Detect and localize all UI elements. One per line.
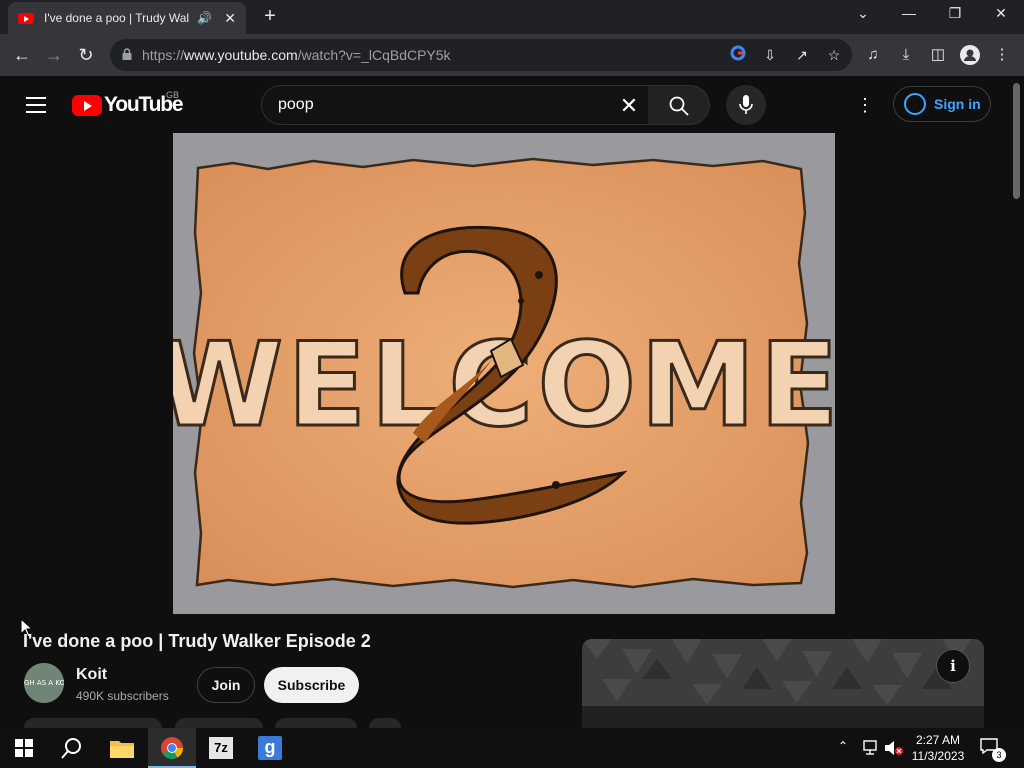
show-hidden-icons-icon[interactable]: ⌃ — [838, 739, 848, 753]
network-icon[interactable] — [862, 740, 880, 756]
youtube-play-icon — [72, 94, 102, 116]
thumbnail-welcome-text: WELCOME — [173, 318, 835, 453]
subscribe-button[interactable]: Subscribe — [264, 667, 359, 703]
back-button[interactable]: ← — [10, 43, 34, 67]
more-actions-button[interactable] — [369, 718, 401, 728]
media-control-icon[interactable]: ♫ — [861, 43, 885, 67]
account-icon — [904, 93, 926, 115]
youtube-logo[interactable]: YouTube GB — [72, 90, 184, 116]
clock-date: 11/3/2023 — [911, 749, 965, 763]
browser-menu-icon[interactable]: ⋮ — [990, 43, 1014, 67]
taskbar-search-button[interactable] — [48, 728, 96, 768]
search-button[interactable] — [648, 85, 710, 125]
microphone-icon — [739, 95, 753, 114]
file-explorer-button[interactable] — [98, 728, 146, 768]
share-button[interactable] — [175, 718, 263, 728]
browser-tab-strip: I've done a poo | Trudy Walker Episode 2… — [0, 0, 1024, 34]
ad-card[interactable] — [582, 639, 984, 729]
install-app-icon[interactable]: ⇩ — [760, 45, 780, 65]
settings-menu-icon[interactable]: ⋮ — [855, 93, 875, 117]
search-query-text[interactable]: poop — [278, 96, 314, 114]
ad-info-icon[interactable]: i — [936, 649, 970, 683]
voice-search-button[interactable] — [726, 85, 766, 125]
speaker-icon[interactable]: 🔊 — [197, 11, 212, 25]
chrome-taskbar-button[interactable] — [148, 728, 196, 768]
address-bar[interactable]: https://www.youtube.com/watch?v=_lCqBdCP… — [110, 39, 852, 71]
sign-in-label: Sign in — [934, 96, 981, 112]
tab-close-icon[interactable]: ✕ — [224, 10, 236, 27]
browser-toolbar: ← → ↻ https://www.youtube.com/watch?v=_l… — [0, 34, 1024, 76]
volume-muted-icon[interactable] — [884, 740, 904, 756]
restore-button[interactable]: ❐ — [940, 5, 970, 22]
subscriber-count: 490K subscribers — [76, 689, 169, 703]
country-code: GB — [166, 90, 180, 100]
start-button[interactable] — [0, 728, 48, 768]
clock-time: 2:27 AM — [915, 733, 961, 747]
side-panel-icon[interactable]: ◫ — [926, 43, 950, 67]
gamemaker-icon: g — [258, 736, 282, 760]
like-dislike-button[interactable] — [24, 718, 162, 728]
video-title: I've done a poo | Trudy Walker Episode 2 — [23, 631, 371, 651]
search-icon — [669, 96, 689, 116]
profile-icon[interactable] — [958, 43, 982, 67]
bookmark-star-icon[interactable]: ☆ — [824, 45, 844, 65]
tab-title: I've done a poo | Trudy Walker Episode 2 — [44, 11, 190, 25]
lock-icon[interactable] — [122, 48, 132, 60]
chrome-icon — [161, 737, 183, 759]
reload-button[interactable]: ↻ — [74, 43, 98, 67]
youtube-favicon-icon — [18, 12, 34, 24]
windows-taskbar: 7z g ⌃ 2:27 AM 11/3/2023 3 — [0, 728, 1024, 768]
join-button[interactable]: Join — [197, 667, 255, 703]
forward-button[interactable]: → — [42, 43, 66, 67]
minimize-button[interactable]: — — [894, 5, 924, 21]
guide-menu-icon[interactable] — [26, 97, 46, 113]
channel-name[interactable]: Koit — [76, 666, 107, 684]
channel-avatar[interactable]: HIGH AS A KOIT — [24, 663, 64, 703]
system-clock[interactable]: 2:27 AM 11/3/2023 — [906, 732, 970, 764]
close-window-button[interactable]: ✕ — [986, 5, 1016, 22]
download-button[interactable] — [275, 718, 357, 728]
google-lens-icon[interactable] — [728, 45, 748, 65]
gamemaker-taskbar-button[interactable]: g — [246, 728, 294, 768]
folder-icon — [110, 741, 134, 758]
notifications-button[interactable]: 3 — [980, 738, 1006, 762]
browser-tab[interactable]: I've done a poo | Trudy Walker Episode 2… — [8, 2, 246, 34]
video-player[interactable]: WELCOME 2 — [154, 133, 840, 614]
url-text[interactable]: https://www.youtube.com/watch?v=_lCqBdCP… — [142, 47, 451, 63]
tab-search-chevron-icon[interactable]: ⌄ — [848, 5, 878, 22]
notification-count-badge: 3 — [992, 748, 1006, 762]
ad-banner-pattern — [582, 639, 984, 729]
7zip-taskbar-button[interactable]: 7z — [198, 728, 246, 768]
scrollbar-thumb[interactable] — [1013, 83, 1020, 199]
video-frame: WELCOME 2 — [154, 157, 840, 589]
clear-search-icon[interactable]: ✕ — [618, 93, 640, 119]
youtube-masthead: YouTube GB poop ✕ ⋮ Sign in — [0, 77, 1010, 133]
7zip-icon: 7z — [209, 737, 233, 759]
svg-text:HIGH AS A KOIT: HIGH AS A KOIT — [24, 679, 64, 687]
sign-in-button[interactable]: Sign in — [893, 86, 991, 122]
page-scrollbar[interactable] — [1010, 77, 1024, 727]
new-tab-button[interactable]: + — [258, 5, 282, 28]
search-icon — [61, 738, 81, 759]
search-input[interactable]: poop ✕ — [261, 85, 649, 125]
windows-logo-icon — [15, 739, 33, 757]
share-icon[interactable]: ↗ — [792, 45, 812, 65]
downloads-icon[interactable]: ⤓ — [894, 43, 918, 67]
